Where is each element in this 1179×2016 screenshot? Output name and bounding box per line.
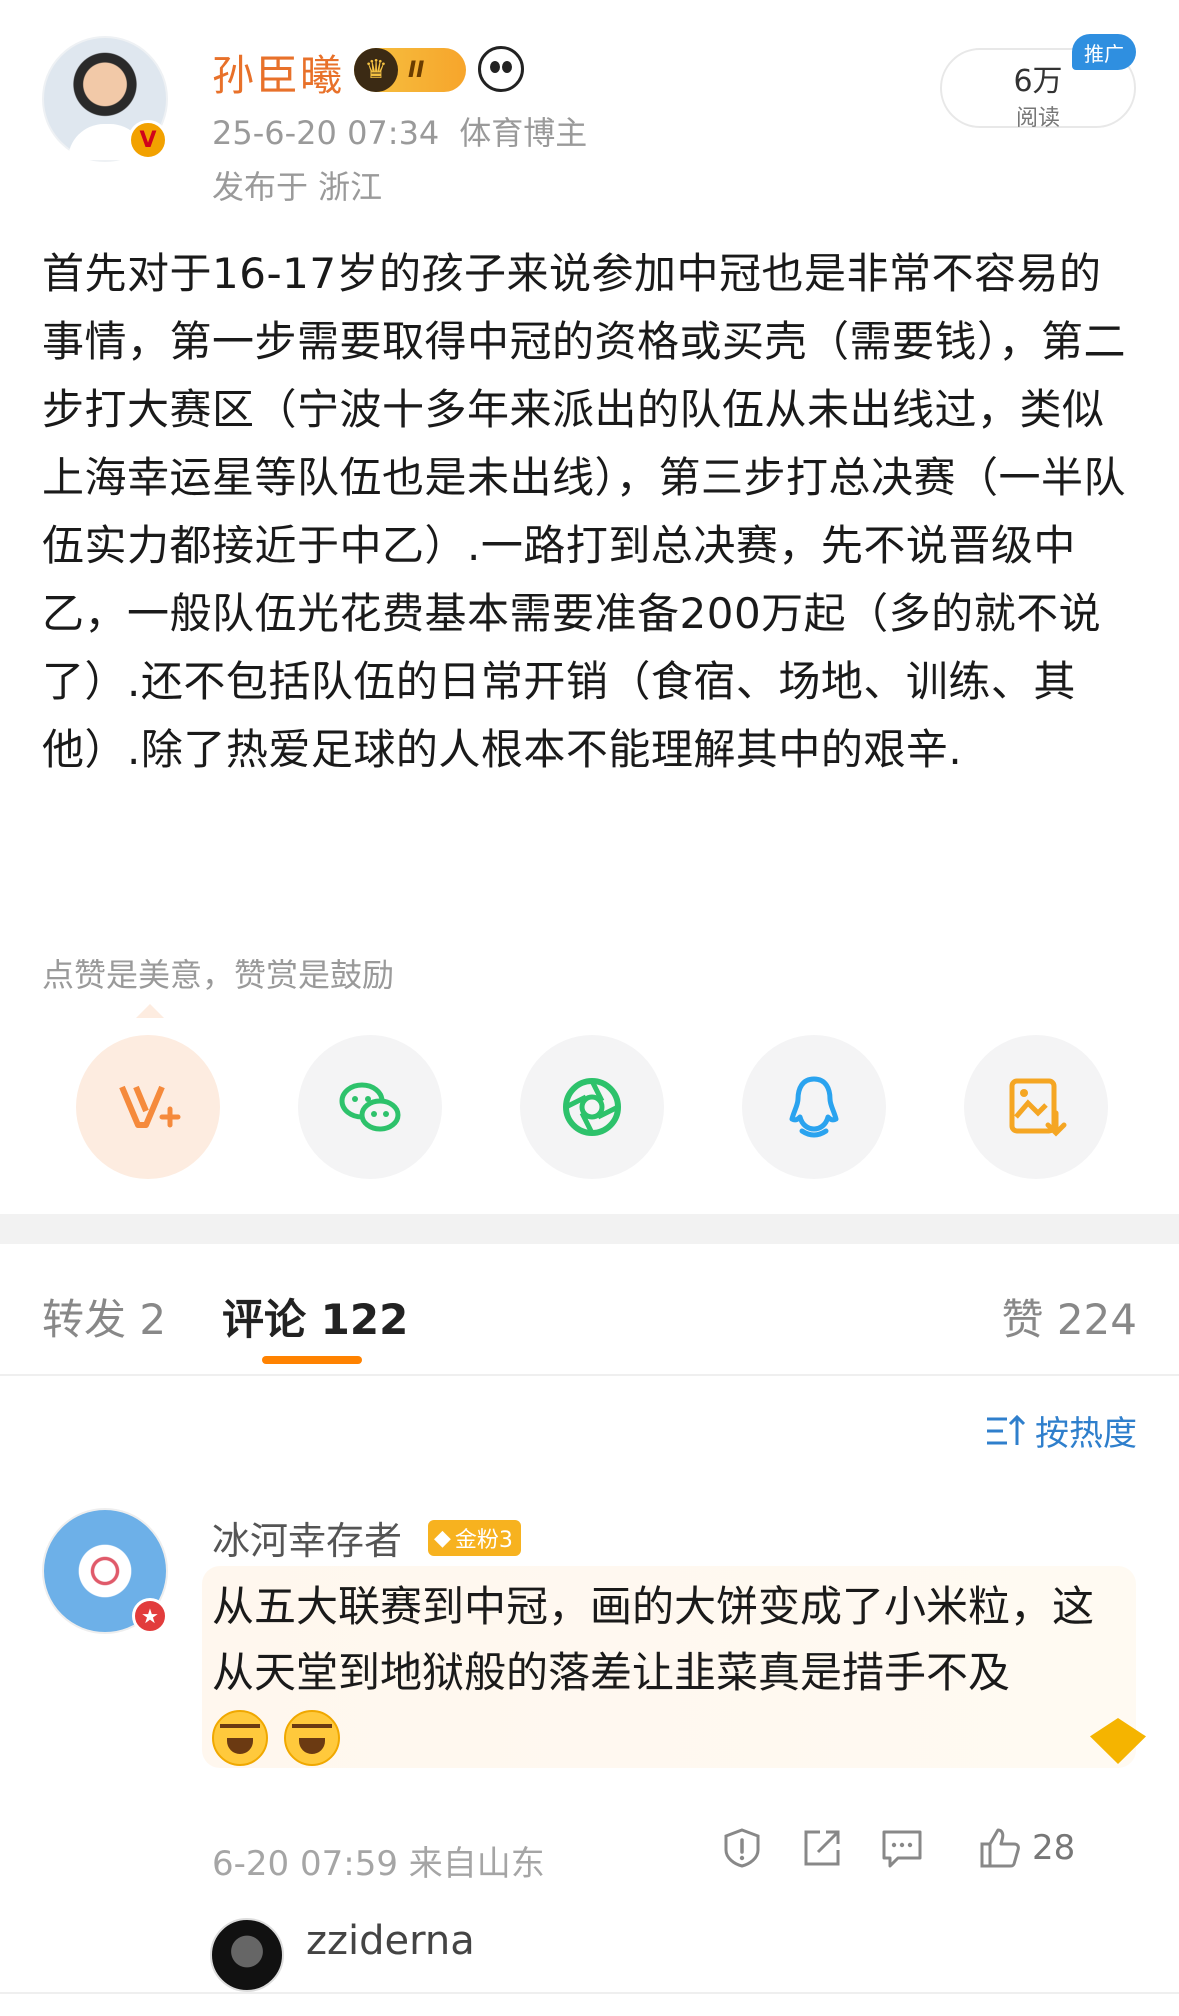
comment-like-count: 28 (1032, 1828, 1076, 1868)
comment-icon (882, 1830, 922, 1868)
comment-source: 来自山东 (408, 1844, 545, 1884)
sub-comment-author[interactable]: zziderna (306, 1918, 475, 1964)
comment-text: 从五大联赛到中冠，画的大饼变成了小米粒，这从天堂到地狱般的落差让韭菜真是措手不及 (212, 1582, 1095, 1697)
comment-meta: 6-20 07:59 来自山东 (212, 1836, 545, 1885)
author-role: 体育博主 (459, 114, 588, 152)
verified-badge-icon: V (128, 120, 168, 160)
like-comment-button[interactable]: 28 (978, 1826, 1075, 1870)
panda-icon[interactable] (478, 46, 524, 92)
reward-icon (119, 1085, 181, 1128)
post-body-text: 首先对于16-17岁的孩子来说参加中冠也是非常不容易的事情，第一步需要取得中冠的… (42, 249, 1127, 774)
share-row (76, 1035, 1108, 1179)
fan-level-badge[interactable]: ◆ 金粉3 (428, 1520, 521, 1556)
save-image-icon (1009, 1078, 1067, 1137)
active-tab-indicator (262, 1356, 362, 1364)
reward-tip: 点赞是美意，赞赏是鼓励 (42, 956, 395, 994)
comment-actions: 28 (720, 1826, 1136, 1882)
share-moments-button[interactable] (520, 1035, 664, 1179)
commenter-name[interactable]: 冰河幸存者 (212, 1510, 402, 1565)
diamond-icon: ◆ (434, 1525, 451, 1551)
promo-tag[interactable]: 推广 (1072, 34, 1136, 70)
report-icon (724, 1828, 760, 1868)
sort-button[interactable]: 按热度 (985, 1406, 1137, 1455)
interaction-tabs: 转发 2 评论 122 赞 224 (0, 1244, 1179, 1376)
grin-sweat-emoji (284, 1710, 340, 1766)
share-qq-button[interactable] (742, 1035, 886, 1179)
reward-button[interactable] (76, 1035, 220, 1179)
wechat-icon (339, 1082, 401, 1132)
fan-level-label: 金粉3 (454, 1528, 513, 1553)
tab-repost[interactable]: 转发 2 (42, 1286, 166, 1347)
comment-emojis (212, 1710, 340, 1766)
author-name[interactable]: 孙臣曦 (212, 42, 344, 103)
sub-comment-avatar[interactable] (210, 1918, 284, 1992)
member-level-label: II (408, 57, 425, 83)
post-meta: 25-6-20 07:34 体育博主 (212, 108, 587, 154)
share-wechat-button[interactable] (298, 1035, 442, 1179)
laugh-cry-emoji (212, 1710, 268, 1766)
thumbs-up-icon (980, 1828, 1020, 1868)
commenter-badge-icon: ★ (132, 1598, 168, 1634)
read-count-label: 阅读 (1015, 106, 1060, 131)
tab-comment[interactable]: 评论 122 (222, 1286, 408, 1347)
sort-label: 按热度 (1035, 1414, 1137, 1454)
post-location: 发布于 浙江 (212, 168, 383, 206)
sort-icon (987, 1414, 1025, 1445)
tab-like[interactable]: 赞 224 (1001, 1286, 1137, 1347)
report-button[interactable] (720, 1826, 764, 1870)
weibo-post-page: V 孙臣曦 ♛ II 25-6-20 07:34 体育博主 发布于 浙江 6万 阅… (0, 0, 1179, 2016)
moments-icon (563, 1078, 621, 1136)
save-image-button[interactable] (964, 1035, 1108, 1179)
share-icon (804, 1830, 840, 1866)
reply-button[interactable] (880, 1826, 924, 1870)
share-comment-button[interactable] (800, 1826, 844, 1870)
crown-icon: ♛ (354, 48, 398, 92)
post-datetime: 25-6-20 07:34 (212, 114, 440, 152)
tip-arrow (136, 1004, 164, 1018)
qq-icon (789, 1076, 839, 1138)
bottom-divider (0, 1992, 1179, 1994)
comment-datetime: 6-20 07:59 (212, 1844, 398, 1884)
member-level-badge[interactable]: ♛ II (354, 48, 466, 92)
section-divider (0, 1214, 1179, 1244)
